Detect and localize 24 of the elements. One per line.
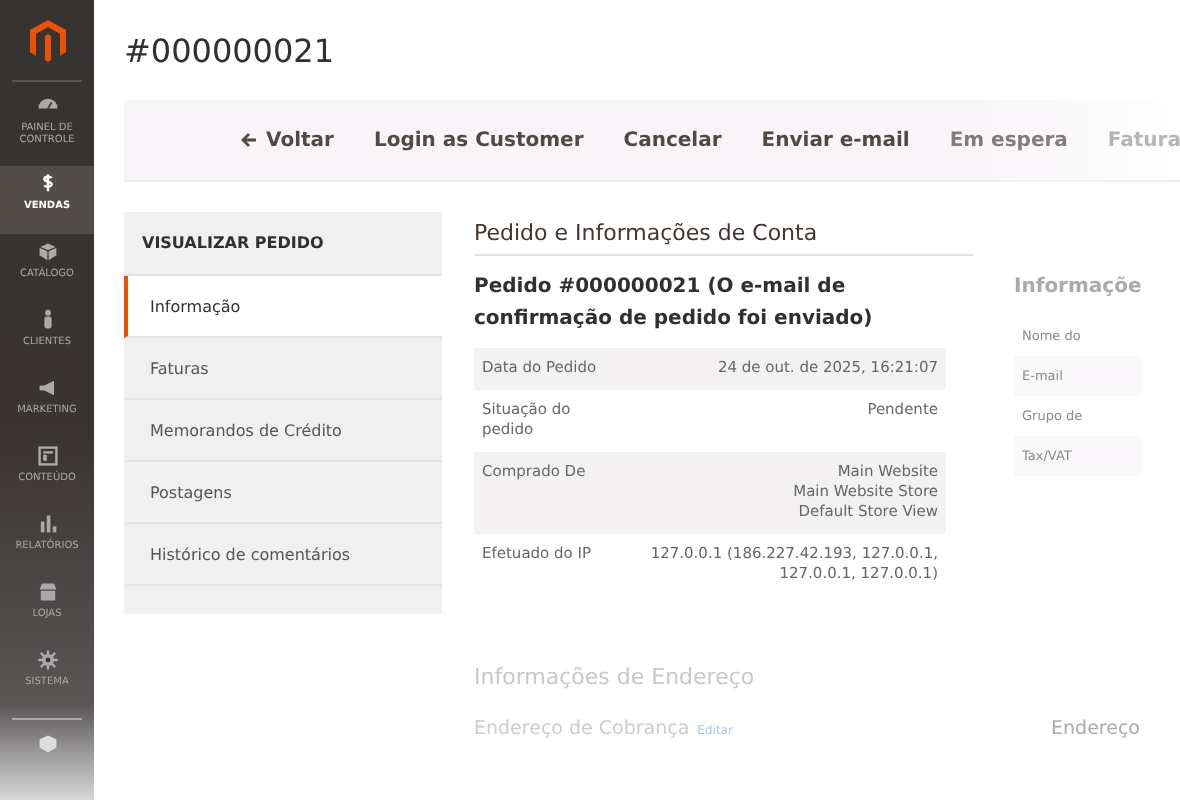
logo-icon[interactable] bbox=[27, 18, 67, 62]
order-title: Pedido #000000021 (O e-mail de confirmação de pedido foi enviado) bbox=[474, 274, 875, 334]
megaphone-icon bbox=[35, 376, 59, 400]
toolbar-button[interactable]: Voltar bbox=[240, 129, 334, 151]
toolbar-button[interactable]: Cancelar bbox=[623, 129, 722, 151]
order-nav-tab[interactable]: Histórico de comentários bbox=[124, 524, 442, 586]
box-icon[interactable] bbox=[35, 732, 59, 756]
layout-icon bbox=[35, 444, 59, 468]
back-arrow-icon bbox=[240, 132, 258, 148]
box-icon bbox=[35, 240, 59, 264]
order-nav-tab[interactable]: Memorandos de Crédito bbox=[124, 400, 442, 462]
shipping-title: Endereço bbox=[1051, 718, 1140, 740]
section-title: Pedido e Informações de Conta bbox=[474, 212, 974, 256]
order-nav-tab[interactable]: Postagens bbox=[124, 462, 442, 524]
order-nav-tab[interactable]: Faturas bbox=[124, 338, 442, 400]
page-title: #000000021 bbox=[124, 32, 337, 74]
bar-chart-icon bbox=[35, 512, 59, 536]
order-nav-tab[interactable]: Informação bbox=[124, 276, 442, 338]
toolbar-button[interactable]: Login as Customer bbox=[373, 129, 584, 151]
account-title: Informaçõe bbox=[1014, 274, 1142, 302]
toolbar-button[interactable]: Em espera bbox=[949, 129, 1068, 151]
gear-icon bbox=[35, 648, 59, 672]
storefront-icon bbox=[35, 580, 59, 604]
toolbar-button[interactable]: Enviar e-mail bbox=[761, 129, 910, 151]
